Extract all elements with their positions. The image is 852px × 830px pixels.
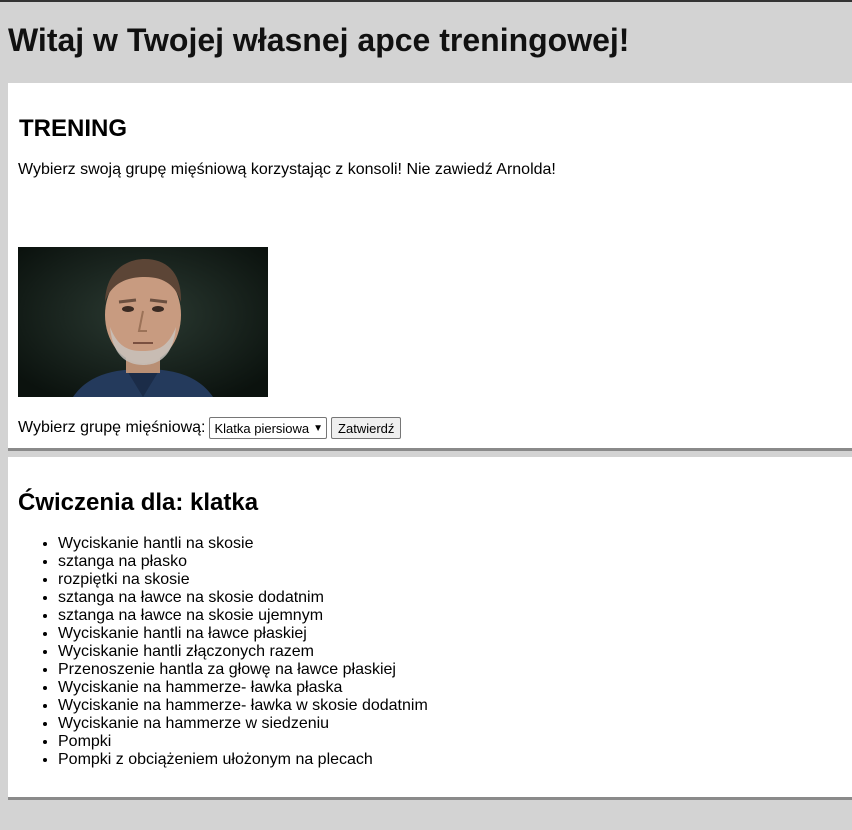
list-item: Wyciskanie na hammerze w siedzeniu xyxy=(58,715,428,733)
list-item: Wyciskanie na hammerze- ławka płaska xyxy=(58,679,428,697)
training-description: Wybierz swoją grupę mięśniową korzystają… xyxy=(18,161,556,178)
list-item: Pompki xyxy=(58,733,428,751)
list-item: Przenoszenie hantla za głowę na ławce pł… xyxy=(58,661,428,679)
list-item: Wyciskanie na hammerze- ławka w skosie d… xyxy=(58,697,428,715)
chevron-down-icon: ▼ xyxy=(313,422,324,434)
list-item: Wyciskanie hantli na skosie xyxy=(58,535,428,553)
list-item: Pompki z obciążeniem ułożonym na plecach xyxy=(58,751,428,769)
muscle-group-form: Wybierz grupę mięśniową: Klatka piersiow… xyxy=(18,417,402,439)
list-item: sztanga na płasko xyxy=(58,553,428,571)
page-title: Witaj w Twojej własnej apce treningowej! xyxy=(8,22,630,58)
list-item: rozpiętki na skosie xyxy=(58,571,428,589)
list-item: sztanga na ławce na skosie ujemnym xyxy=(58,607,428,625)
submit-button[interactable]: Zatwierdź xyxy=(331,417,402,439)
exercises-card: Ćwiczenia dla: klatka Wyciskanie hantli … xyxy=(8,457,852,800)
training-title: TRENING xyxy=(19,115,127,142)
list-item: Wyciskanie hantli złączonych razem xyxy=(58,643,428,661)
muscle-group-label: Wybierz grupę mięśniową: xyxy=(18,419,206,436)
arnold-portrait xyxy=(18,247,268,397)
arnold-photo xyxy=(18,247,268,397)
muscle-group-select-value: Klatka piersiowa xyxy=(214,420,310,436)
muscle-group-select[interactable]: Klatka piersiowa ▼ xyxy=(209,417,328,439)
exercise-list: Wyciskanie hantli na skosie sztanga na p… xyxy=(18,535,428,769)
list-item: sztanga na ławce na skosie dodatnim xyxy=(58,589,428,607)
list-item: Wyciskanie hantli na ławce płaskiej xyxy=(58,625,428,643)
training-card: TRENING Wybierz swoją grupę mięśniową ko… xyxy=(8,83,852,451)
exercises-title: Ćwiczenia dla: klatka xyxy=(18,489,259,516)
